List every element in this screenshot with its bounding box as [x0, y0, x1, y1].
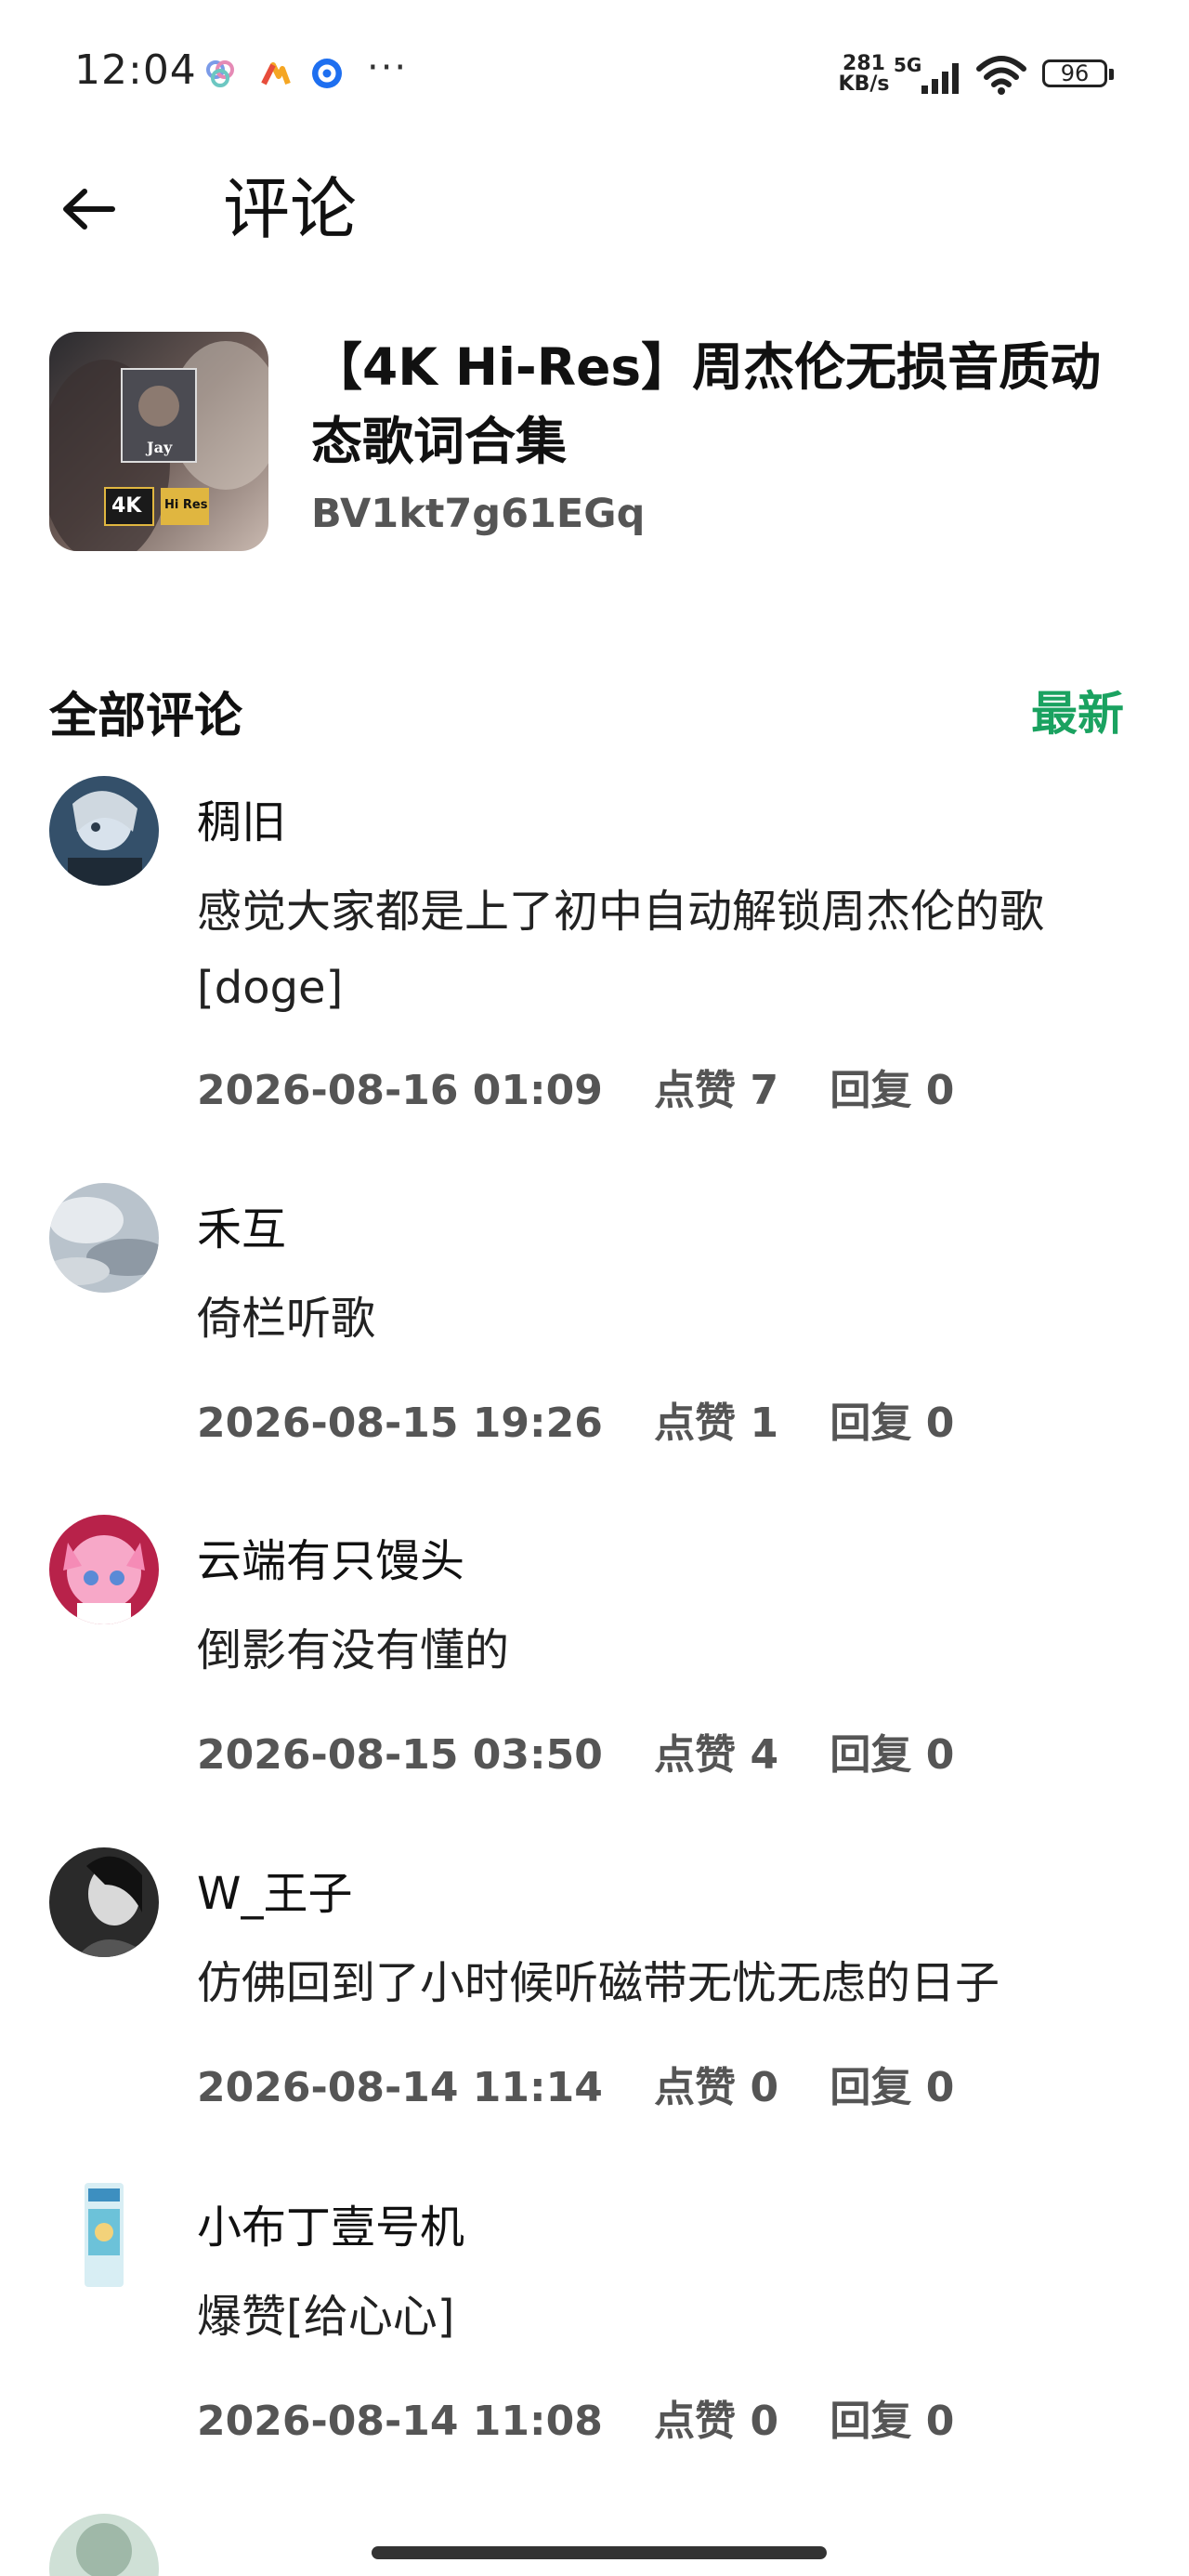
- more-notifications-icon: ···: [367, 46, 409, 89]
- comment-item-partial: [0, 2514, 1189, 2576]
- wifi-icon: [976, 56, 1026, 95]
- reply-count[interactable]: 回复 0: [830, 1057, 954, 1116]
- svg-text:Hi Res: Hi Res: [164, 498, 208, 512]
- video-thumbnail[interactable]: Jay 4K Hi Res: [49, 332, 268, 551]
- sort-latest-button[interactable]: 最新: [1031, 677, 1124, 743]
- avatar[interactable]: [49, 2181, 159, 2291]
- comment-text: 倒影有没有懂的: [197, 1624, 510, 1676]
- network-type: 5G: [894, 54, 922, 76]
- comment-item: W_王子 仿佛回到了小时候听磁带无忧无虑的日子 2026-08-14 11:14…: [0, 1847, 1189, 2126]
- comment-item: 禾互 倚栏听歌 2026-08-15 19:26 点赞 1 回复 0: [0, 1183, 1189, 1462]
- reply-count[interactable]: 回复 0: [830, 2054, 954, 2113]
- comment-meta: 2026-08-14 11:08 点赞 0 回复 0: [197, 2387, 954, 2447]
- page-title: 评论: [223, 170, 358, 248]
- reply-count[interactable]: 回复 0: [830, 1389, 954, 1449]
- app-notification-icon: [204, 58, 236, 89]
- signal-icon: [921, 63, 959, 94]
- comment-item: 稠旧 感觉大家都是上了初中自动解锁周杰伦的歌[doge] 2026-08-16 …: [0, 776, 1189, 1129]
- avatar[interactable]: [49, 1515, 159, 1624]
- battery-icon: 96: [1042, 59, 1107, 87]
- net-speed: 281 KB/s: [838, 52, 890, 96]
- avatar[interactable]: [49, 1847, 159, 1957]
- avatar[interactable]: [49, 2514, 159, 2576]
- comment-item: 小布丁壹号机 爆赞[给心心] 2026-08-14 11:08 点赞 0 回复 …: [0, 2181, 1189, 2460]
- like-count[interactable]: 点赞 0: [654, 2054, 778, 2113]
- like-count[interactable]: 点赞 7: [654, 1057, 778, 1116]
- comment-time: 2026-08-14 11:08: [197, 2398, 603, 2445]
- status-indicators: 281 KB/s 5G 96: [836, 52, 1124, 108]
- comment-author[interactable]: 稠旧: [197, 785, 286, 850]
- reply-count[interactable]: 回复 0: [830, 1721, 954, 1781]
- like-count[interactable]: 点赞 0: [654, 2387, 778, 2447]
- comment-meta: 2026-08-14 11:14 点赞 0 回复 0: [197, 2054, 954, 2113]
- like-count[interactable]: 点赞 1: [654, 1389, 778, 1449]
- comment-author[interactable]: 禾互: [197, 1192, 286, 1257]
- comment-time: 2026-08-15 03:50: [197, 1731, 603, 1779]
- app-notification-icon: [311, 58, 343, 89]
- svg-text:4K: 4K: [111, 494, 142, 518]
- arrow-left-icon: [63, 189, 115, 230]
- like-count[interactable]: 点赞 4: [654, 1721, 778, 1781]
- avatar[interactable]: [49, 1183, 159, 1293]
- comments-section-title: 全部评论: [49, 689, 243, 744]
- comment-text: 仿佛回到了小时候听磁带无忧无虑的日子: [197, 1957, 1000, 2009]
- comment-item: 云端有只馒头 倒影有没有懂的 2026-08-15 03:50 点赞 4 回复 …: [0, 1515, 1189, 1794]
- comment-meta: 2026-08-16 01:09 点赞 7 回复 0: [197, 1057, 954, 1116]
- status-time: 12:04: [74, 46, 197, 94]
- comment-author[interactable]: 云端有只馒头: [197, 1524, 464, 1589]
- reply-count[interactable]: 回复 0: [830, 2387, 954, 2447]
- comment-time: 2026-08-16 01:09: [197, 1067, 603, 1114]
- app-notification-icon: [260, 58, 292, 89]
- status-bar: 12:04 ··· 281 KB/s 5G 96: [0, 0, 1189, 149]
- video-bvid: BV1kt7g61EGq: [311, 491, 646, 537]
- comment-text: 爆赞[给心心]: [197, 2291, 455, 2343]
- comment-author[interactable]: 小布丁壹号机: [197, 2190, 464, 2255]
- comment-time: 2026-08-15 19:26: [197, 1400, 603, 1447]
- video-title[interactable]: 【4K Hi-Res】周杰伦无损音质动态歌词合集: [311, 330, 1147, 479]
- battery-tip: [1109, 69, 1114, 80]
- notification-icons: ···: [204, 46, 406, 95]
- home-indicator[interactable]: [372, 2546, 827, 2559]
- back-button[interactable]: [46, 167, 130, 251]
- comment-text: 感觉大家都是上了初中自动解锁周杰伦的歌[doge]: [197, 886, 1045, 1014]
- comment-time: 2026-08-14 11:14: [197, 2064, 603, 2111]
- svg-text:Jay: Jay: [145, 439, 173, 456]
- comment-meta: 2026-08-15 03:50 点赞 4 回复 0: [197, 1721, 954, 1781]
- comment-text: 倚栏听歌: [197, 1293, 376, 1345]
- comment-meta: 2026-08-15 19:26 点赞 1 回复 0: [197, 1389, 954, 1449]
- avatar[interactable]: [49, 776, 159, 886]
- comment-author[interactable]: W_王子: [197, 1857, 352, 1922]
